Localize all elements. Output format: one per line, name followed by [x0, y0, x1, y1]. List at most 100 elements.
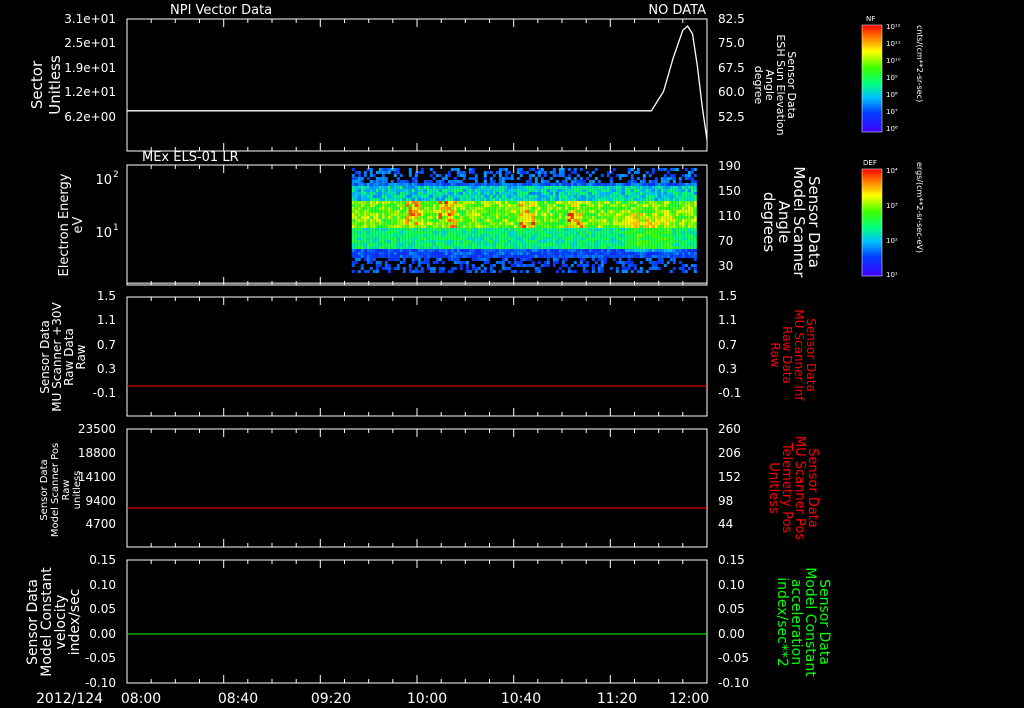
spectrogram-cell: [684, 243, 688, 246]
spectrogram-cell: [423, 204, 427, 207]
spectrogram-cell: [681, 249, 685, 252]
spectrogram-cell: [522, 219, 526, 222]
spectrogram-cell: [567, 198, 571, 201]
spectrogram-cell: [585, 195, 589, 198]
spectrogram-cell: [426, 243, 430, 246]
spectrogram-cell: [486, 171, 490, 174]
spectrogram-cell: [624, 219, 628, 222]
spectrogram-cell: [438, 201, 442, 204]
spectrogram-cell: [507, 201, 511, 204]
spectrogram-cell: [354, 237, 358, 240]
spectrogram-cell: [435, 195, 439, 198]
spectrogram-cell: [522, 192, 526, 195]
spectrogram-cell: [435, 201, 439, 204]
colorbar-nf-tick: 10⁷: [886, 108, 898, 116]
spectrogram-cell: [474, 195, 478, 198]
spectrogram-cell: [657, 201, 661, 204]
spectrogram-cell: [630, 219, 634, 222]
spectrogram-cell: [687, 174, 691, 177]
spectrogram-cell: [414, 180, 418, 183]
spectrogram-cell: [684, 189, 688, 192]
spectrogram-cell: [612, 252, 616, 255]
spectrogram-cell: [402, 237, 406, 240]
spectrogram-cell: [669, 183, 673, 186]
spectrogram-cell: [600, 240, 604, 243]
spectrogram-cell: [570, 234, 574, 237]
spectrogram-cell: [459, 201, 463, 204]
spectrogram-cell: [369, 183, 373, 186]
spectrogram-cell: [534, 240, 538, 243]
spectrogram-cell: [501, 201, 505, 204]
spectrogram-cell: [528, 210, 532, 213]
spectrogram-cell: [369, 225, 373, 228]
spectrogram-cell: [519, 192, 523, 195]
spectrogram-cell: [438, 210, 442, 213]
spectrogram-cell: [390, 243, 394, 246]
spectrogram-cell: [585, 204, 589, 207]
spectrogram-cell: [627, 252, 631, 255]
spectrogram-cell: [603, 258, 607, 261]
spectrogram-cell: [477, 255, 481, 258]
spectrogram-cell: [567, 234, 571, 237]
spectrogram-cell: [378, 246, 382, 249]
spectrogram-cell: [357, 174, 361, 177]
spectrogram-cell: [459, 171, 463, 174]
spectrogram-cell: [567, 204, 571, 207]
spectrogram-cell: [390, 252, 394, 255]
spectrogram-cell: [663, 192, 667, 195]
spectrogram-cell: [666, 183, 670, 186]
spectrogram-cell: [567, 192, 571, 195]
spectrogram-cell: [645, 231, 649, 234]
spectrogram-cell: [543, 261, 547, 264]
spectrogram-cell: [561, 180, 565, 183]
spectrogram-cell: [426, 228, 430, 231]
spectrogram-cell: [516, 189, 520, 192]
spectrogram-cell: [384, 192, 388, 195]
spectrogram-cell: [381, 189, 385, 192]
spectrogram-cell: [462, 261, 466, 264]
spectrogram-cell: [516, 219, 520, 222]
spectrogram-cell: [621, 183, 625, 186]
spectrogram-cell: [492, 225, 496, 228]
spectrogram-cell: [585, 252, 589, 255]
spectrogram-cell: [555, 183, 559, 186]
spectrogram-cell: [447, 222, 451, 225]
spectrogram-cell: [516, 234, 520, 237]
spectrogram-cell: [483, 207, 487, 210]
spectrogram-cell: [570, 216, 574, 219]
spectrogram-cell: [561, 231, 565, 234]
spectrogram-cell: [447, 252, 451, 255]
spectrogram-cell: [372, 231, 376, 234]
spectrogram-cell: [453, 240, 457, 243]
spectrogram-cell: [684, 270, 688, 273]
spectrogram-cell: [507, 216, 511, 219]
spectrogram-cell: [540, 216, 544, 219]
spectrogram-cell: [561, 237, 565, 240]
spectrogram-cell: [669, 198, 673, 201]
spectrogram-cell: [390, 249, 394, 252]
spectrogram-cell: [675, 168, 679, 171]
spectrogram-cell: [567, 210, 571, 213]
spectrogram-cell: [642, 219, 646, 222]
spectrogram-cell: [417, 222, 421, 225]
spectrogram-cell: [516, 216, 520, 219]
spectrogram-cell: [432, 231, 436, 234]
spectrogram-cell: [462, 174, 466, 177]
spectrogram-cell: [396, 171, 400, 174]
spectrogram-cell: [540, 201, 544, 204]
spectrogram-cell: [423, 216, 427, 219]
spectrogram-cell: [357, 213, 361, 216]
spectrogram-cell: [462, 195, 466, 198]
spectrogram-cell: [669, 246, 673, 249]
spectrogram-cell: [648, 189, 652, 192]
spectrogram-cell: [534, 210, 538, 213]
spectrogram-cell: [444, 195, 448, 198]
spectrogram-cell: [627, 192, 631, 195]
spectrogram-cell: [654, 261, 658, 264]
spectrogram-cell: [642, 225, 646, 228]
spectrogram-cell: [489, 216, 493, 219]
spectrogram-cell: [666, 240, 670, 243]
spectrogram-cell: [384, 255, 388, 258]
spectrogram-cell: [615, 252, 619, 255]
spectrogram-cell: [423, 249, 427, 252]
